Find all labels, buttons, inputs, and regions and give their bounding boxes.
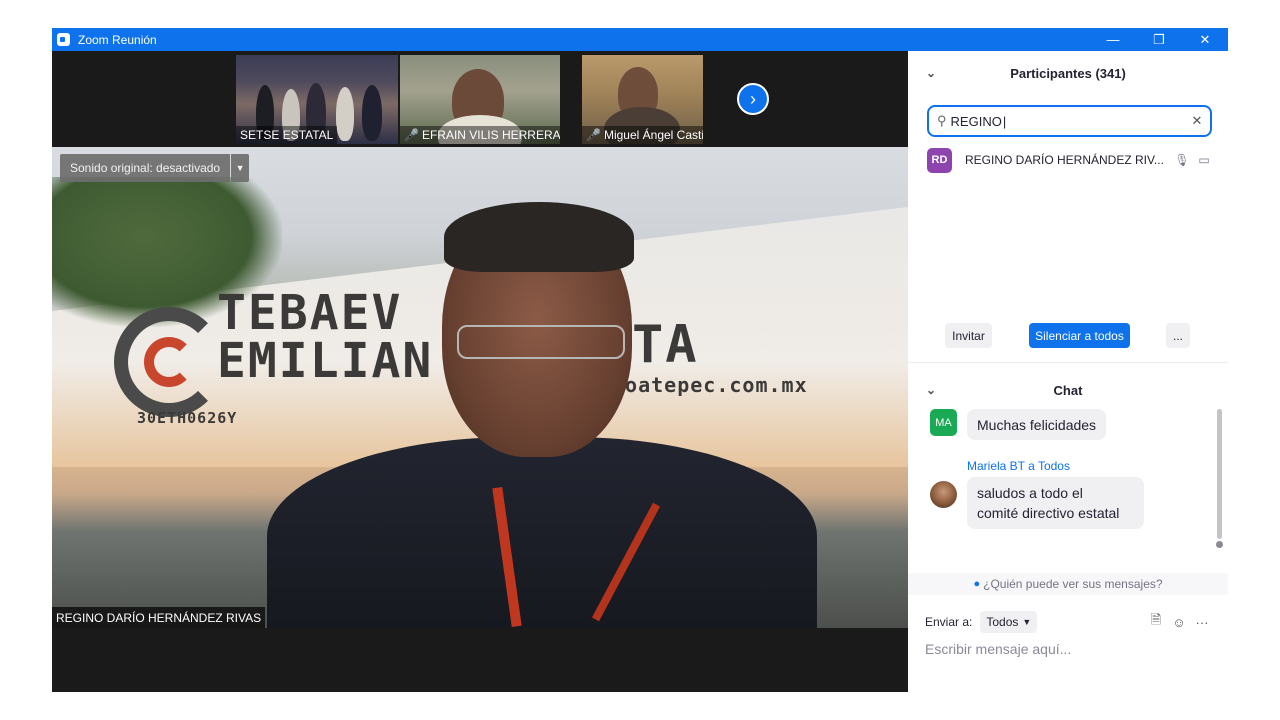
thumbnail-name-label: 🎤Miguel Ángel Castillo... [582, 126, 703, 144]
clear-icon[interactable]: ✕ [1184, 113, 1210, 129]
person-icon: ● [973, 578, 981, 590]
participants-header: ⌄ Participantes (341) [908, 51, 1228, 95]
search-input[interactable]: REGINO [951, 114, 1184, 129]
scrollbar[interactable] [1217, 409, 1222, 539]
wall-text: 30ETH0626Y [137, 409, 238, 427]
original-sound-control: Sonido original: desactivado ▼ [60, 154, 250, 182]
invite-button[interactable]: Invitar [945, 323, 992, 348]
divider [908, 362, 1228, 363]
file-icon[interactable]: 🗎 [1147, 610, 1165, 634]
chat-messages[interactable]: MA Muchas felicidades Mariela BT a Todos… [908, 409, 1228, 573]
recipient-select[interactable]: Todos ▼ [980, 611, 1038, 633]
chevron-down-icon[interactable]: ▼ [231, 154, 250, 182]
original-sound-button[interactable]: Sonido original: desactivado [60, 154, 231, 182]
title-bar: Zoom Reunión — ❐ ✕ [52, 28, 1228, 51]
wall-text: coatepec.com.mx [612, 373, 808, 397]
zoom-app-icon [57, 33, 70, 46]
window-title: Zoom Reunión [78, 32, 157, 47]
message-sender: Mariela BT a Todos [967, 459, 1070, 473]
thumbnail-name-label: 🎤 EFRAIN VILIS HERRERA [400, 126, 560, 144]
avatar: RD [927, 147, 952, 173]
active-speaker-video: TEBAEV EMILIAN TA 30ETH0626Y coatepec.co… [52, 147, 908, 628]
chevron-down-icon: ▼ [1022, 617, 1032, 627]
avatar: MA [930, 409, 957, 436]
avatar [930, 481, 957, 508]
chevron-right-icon: › [750, 88, 756, 109]
video-camera-icon[interactable]: ▭ [1195, 153, 1213, 167]
thumbnail-name-label: SETSE ESTATAL [236, 126, 338, 144]
chat-header: ⌄ Chat [908, 371, 1228, 409]
video-thumbnail[interactable]: SETSE ESTATAL [236, 55, 398, 144]
thumbnail-strip: SETSE ESTATAL 🎤 EFRAIN VILIS HERRERA 🎤 Mig… [52, 51, 908, 147]
emoji-icon[interactable]: ☺ [1170, 610, 1188, 634]
chat-message: saludos a todo el comité directivo estat… [967, 477, 1144, 529]
microphone-icon[interactable]: 🎙 [1173, 153, 1191, 167]
search-icon: ⚲ [937, 113, 947, 128]
muted-mic-icon: 🎤 [404, 128, 419, 142]
participant-item[interactable]: RD REGINO DARÍO HERNÁNDEZ RIV... 🎙 ▭ [927, 147, 1217, 173]
muted-mic-icon: 🎤 [586, 128, 601, 142]
participant-name: REGINO DARÍO HERNÁNDEZ RIV... [965, 153, 1164, 167]
next-page-button[interactable]: › [737, 83, 769, 115]
video-area: SETSE ESTATAL 🎤 EFRAIN VILIS HERRERA 🎤 Mig… [52, 51, 908, 692]
video-thumbnail[interactable]: 🎤 EFRAIN VILIS HERRERA [400, 55, 560, 144]
participant-search[interactable]: ⚲ REGINO ✕ [927, 105, 1212, 137]
send-to-label: Enviar a: [925, 615, 973, 629]
wall-text: TA [632, 315, 699, 375]
more-icon[interactable]: ··· [1193, 610, 1211, 634]
zoom-window: Zoom Reunión — ❐ ✕ SETSE ESTATAL 🎤 EFRAIN… [52, 28, 1228, 692]
message-input[interactable]: Escribir mensaje aquí... [925, 638, 1215, 660]
video-thumbnail[interactable]: 🎤Miguel Ángel Castillo... [582, 55, 703, 144]
message-visibility-link[interactable]: ● ¿Quién puede ver sus mensajes? [908, 573, 1228, 595]
more-options-button[interactable]: ... [1166, 323, 1190, 348]
chevron-down-icon[interactable]: ⌄ [926, 383, 936, 397]
wall-text: EMILIAN [217, 333, 434, 389]
close-icon[interactable]: ✕ [1182, 28, 1228, 51]
chat-message: Muchas felicidades [967, 409, 1107, 440]
restore-icon[interactable]: ❐ [1136, 28, 1182, 51]
window-controls: — ❐ ✕ [1090, 28, 1228, 51]
mute-all-button[interactable]: Silenciar a todos [1029, 323, 1130, 348]
send-to-row: Enviar a: Todos ▼ 🗎 ☺ ··· [925, 610, 1215, 634]
chevron-down-icon[interactable]: ⌄ [926, 66, 936, 80]
participants-title: Participantes (341) [1010, 65, 1126, 81]
side-panel: ⌄ Participantes (341) ⚲ REGINO ✕ RD REGI… [908, 51, 1228, 692]
participant-actions: Invitar Silenciar a todos ... [908, 323, 1228, 349]
minimize-icon[interactable]: — [1090, 28, 1136, 51]
chat-title: Chat [1053, 382, 1083, 398]
speaker-name-label: REGINO DARÍO HERNÁNDEZ RIVAS [52, 607, 266, 628]
